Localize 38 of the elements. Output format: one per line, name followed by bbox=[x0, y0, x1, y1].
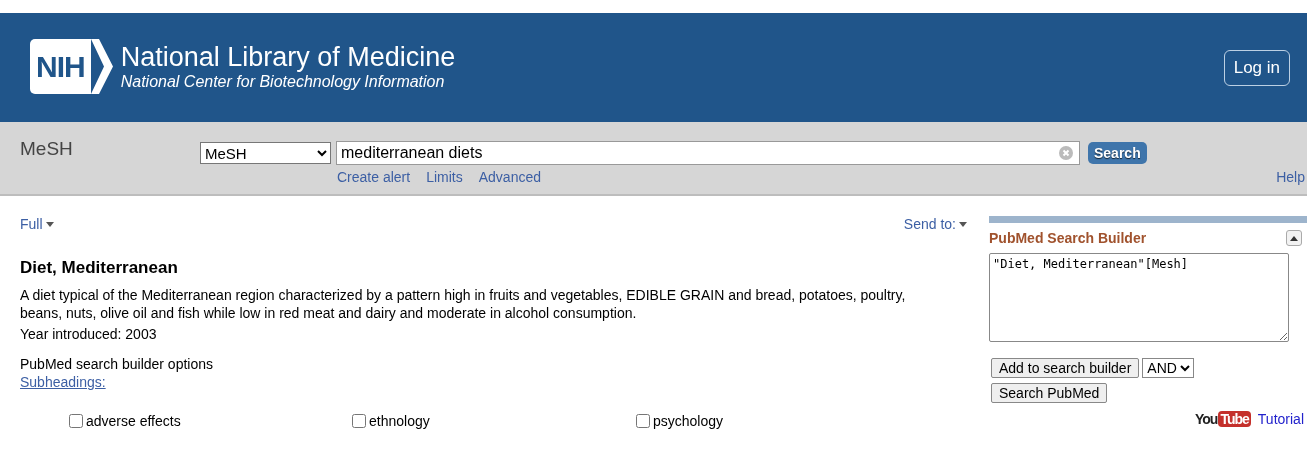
search-field[interactable]: mediterranean diets bbox=[336, 141, 1080, 165]
collapse-button[interactable] bbox=[1286, 230, 1302, 246]
search-link[interactable]: Create alert bbox=[337, 169, 411, 185]
nih-logo: NIH bbox=[30, 39, 113, 94]
subheading-label: psychology bbox=[653, 413, 724, 429]
year-introduced: Year introduced: 2003 bbox=[20, 325, 158, 343]
subheading-checkbox[interactable] bbox=[69, 414, 83, 428]
site-title: National Library of Medicine bbox=[120, 41, 456, 72]
builder-title: PubMed Search Builder bbox=[989, 230, 1147, 246]
send-to-menu[interactable]: Send to: bbox=[903, 216, 967, 232]
add-to-builder-button[interactable]: Add to search builder bbox=[991, 358, 1140, 378]
site-subtitle: National Center for Biotechnology Information bbox=[120, 72, 446, 92]
video-logo: You Tube bbox=[1195, 411, 1251, 427]
subheading-label: ethnology bbox=[369, 413, 430, 429]
search-button[interactable]: Search bbox=[1088, 142, 1147, 164]
database-select[interactable]: MeSH bbox=[200, 142, 331, 164]
caret-icon bbox=[1290, 235, 1298, 241]
search-link[interactable]: Limits bbox=[426, 169, 463, 185]
subheading-checkbox[interactable] bbox=[352, 414, 366, 428]
caret-icon bbox=[959, 221, 967, 227]
options-label: PubMed search builder options bbox=[20, 355, 214, 373]
subheadings-link[interactable]: Subheadings: bbox=[20, 374, 106, 390]
database-label: MeSH bbox=[20, 138, 74, 161]
subheading-label: adverse effects bbox=[86, 413, 181, 429]
search-link[interactable]: Advanced bbox=[478, 169, 541, 185]
help-link[interactable]: Help bbox=[1276, 169, 1305, 185]
search-pubmed-button[interactable]: Search PubMed bbox=[991, 383, 1108, 403]
operator-select[interactable]: AND bbox=[1142, 358, 1195, 378]
tutorial-link[interactable]: Tutorial bbox=[1257, 411, 1304, 427]
chevron-icon bbox=[90, 39, 113, 94]
query-box[interactable]: "Diet, Mediterranean"[Mesh] bbox=[989, 253, 1289, 342]
display-menu[interactable]: Full bbox=[20, 216, 54, 232]
record-heading: Diet, Mediterranean bbox=[20, 258, 179, 278]
record-description: A diet typical of the Mediterranean region characterized by a pattern high in fruits and vegetables, EDIBLE GRAIN and bread, potatoes, poultry, beans, nuts, olive oil and fish while low in red meat and dairy and moderate in alcohol consumption. bbox=[20, 286, 907, 322]
subheading-checkbox[interactable] bbox=[636, 414, 650, 428]
caret-icon bbox=[45, 221, 54, 227]
login-button[interactable]: Log in bbox=[1223, 49, 1290, 86]
clear-icon bbox=[1059, 146, 1073, 160]
